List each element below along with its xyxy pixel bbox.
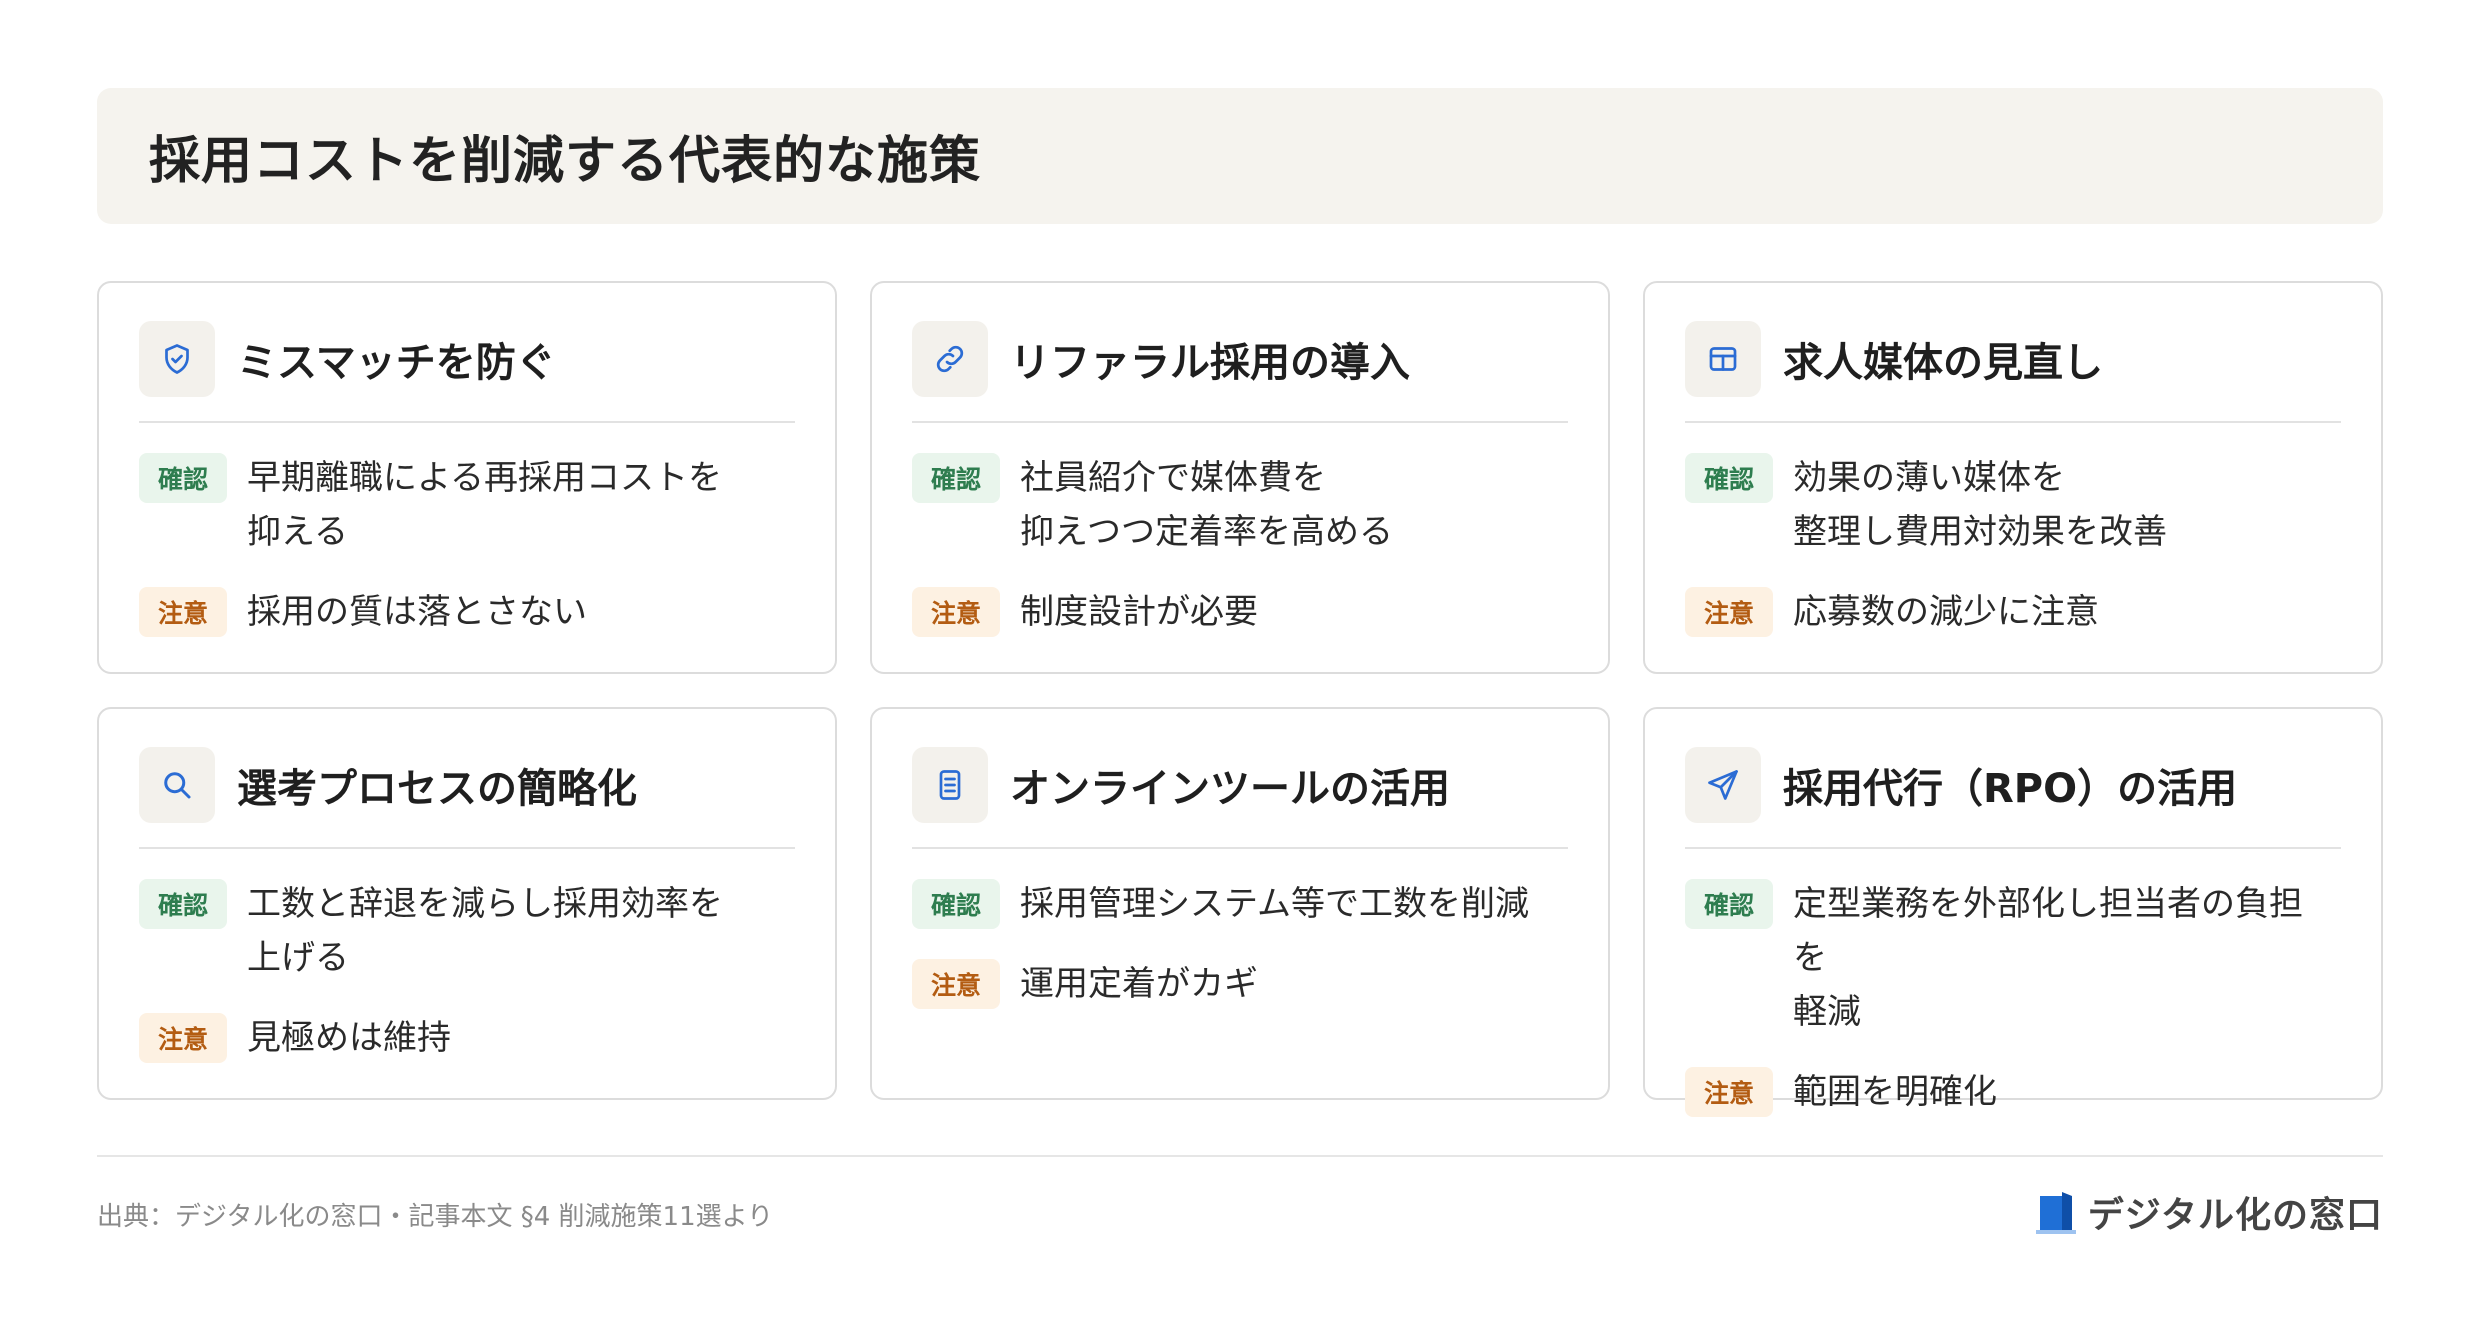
check-row: 確認 工数と辞退を減らし採用効率を 上げる [139, 877, 795, 985]
card-online-tools: オンラインツールの活用 確認 採用管理システム等で工数を削減 注意 運用定着がカ… [870, 707, 1610, 1100]
check-row: 確認 定型業務を外部化し担当者の負担を 軽減 [1685, 877, 2341, 1039]
warn-text: 範囲を明確化 [1793, 1072, 1997, 1112]
warn-row: 注意 見極めは維持 [139, 1011, 795, 1065]
check-row: 確認 早期離職による再採用コストを 抑える [139, 451, 795, 559]
warn-text: 採用の質は落とさない [247, 592, 587, 632]
divider [139, 421, 795, 423]
document-icon [912, 747, 988, 823]
card-job-media: 求人媒体の見直し 確認 効果の薄い媒体を 整理し費用対効果を改善 注意 応募数の… [1643, 281, 2383, 674]
card-title: 採用代行（RPO）の活用 [1783, 766, 2238, 812]
warn-row: 注意 応募数の減少に注意 [1685, 585, 2341, 639]
warn-badge: 注意 [139, 587, 227, 637]
source-note: 出典：デジタル化の窓口・記事本文 §4 削減施策11選より [97, 1202, 774, 1232]
warn-text: 運用定着がカギ [1020, 964, 1258, 1004]
warn-text: 制度設計が必要 [1020, 592, 1258, 632]
warn-text: 応募数の減少に注意 [1793, 592, 2099, 632]
warn-text: 見極めは維持 [247, 1018, 451, 1058]
title-banner: 採用コストを削減する代表的な施策 [97, 88, 2383, 224]
check-badge: 確認 [1685, 453, 1773, 503]
check-badge: 確認 [1685, 879, 1773, 929]
check-text: 効果の薄い媒体を 整理し費用対効果を改善 [1793, 458, 2167, 552]
check-text: 工数と辞退を減らし採用効率を 上げる [247, 884, 723, 978]
check-text: 採用管理システム等で工数を削減 [1020, 884, 1529, 924]
card-selection-process: 選考プロセスの簡略化 確認 工数と辞退を減らし採用効率を 上げる 注意 見極めは… [97, 707, 837, 1100]
card-title: 求人媒体の見直し [1783, 340, 2103, 386]
footer-divider [97, 1155, 2383, 1157]
check-row: 確認 効果の薄い媒体を 整理し費用対効果を改善 [1685, 451, 2341, 559]
card-header: リファラル採用の導入 [912, 321, 1568, 397]
link-icon [912, 321, 988, 397]
warn-row: 注意 採用の質は落とさない [139, 585, 795, 639]
logo-text: デジタル化の窓口 [2087, 1195, 2383, 1236]
check-text: 定型業務を外部化し担当者の負担を 軽減 [1793, 884, 2303, 1032]
warn-badge: 注意 [912, 959, 1000, 1009]
card-title: オンラインツールの活用 [1010, 766, 1450, 812]
divider [1685, 847, 2341, 849]
check-badge: 確認 [912, 453, 1000, 503]
warn-row: 注意 運用定着がカギ [912, 957, 1568, 1011]
card-header: オンラインツールの活用 [912, 747, 1568, 823]
check-text: 社員紹介で媒体費を 抑えつつ定着率を高める [1020, 458, 1393, 552]
divider [912, 847, 1568, 849]
warn-badge: 注意 [912, 587, 1000, 637]
layout-grid-icon [1685, 321, 1761, 397]
card-header: 求人媒体の見直し [1685, 321, 2341, 397]
divider [1685, 421, 2341, 423]
card-header: 採用代行（RPO）の活用 [1685, 747, 2341, 823]
card-mismatch: ミスマッチを防ぐ 確認 早期離職による再採用コストを 抑える 注意 採用の質は落… [97, 281, 837, 674]
card-title: 選考プロセスの簡略化 [237, 766, 637, 812]
page-title: 採用コストを削減する代表的な施策 [149, 132, 982, 191]
card-title: リファラル採用の導入 [1010, 340, 1410, 386]
check-row: 確認 採用管理システム等で工数を削減 [912, 877, 1568, 931]
check-text: 早期離職による再採用コストを 抑える [247, 458, 722, 552]
card-header: ミスマッチを防ぐ [139, 321, 795, 397]
warn-row: 注意 制度設計が必要 [912, 585, 1568, 639]
warn-badge: 注意 [139, 1013, 227, 1063]
search-icon [139, 747, 215, 823]
warn-row: 注意 範囲を明確化 [1685, 1065, 2341, 1119]
brand-logo: デジタル化の窓口 [2035, 1186, 2383, 1238]
check-row: 確認 社員紹介で媒体費を 抑えつつ定着率を高める [912, 451, 1568, 559]
warn-badge: 注意 [1685, 1067, 1773, 1117]
check-badge: 確認 [139, 453, 227, 503]
measures-grid: ミスマッチを防ぐ 確認 早期離職による再採用コストを 抑える 注意 採用の質は落… [97, 281, 2383, 1117]
check-badge: 確認 [912, 879, 1000, 929]
shield-check-icon [139, 321, 215, 397]
check-badge: 確認 [139, 879, 227, 929]
divider [912, 421, 1568, 423]
divider [139, 847, 795, 849]
window-logo-icon [2035, 1192, 2076, 1234]
send-icon [1685, 747, 1761, 823]
warn-badge: 注意 [1685, 587, 1773, 637]
card-title: ミスマッチを防ぐ [237, 340, 556, 386]
card-header: 選考プロセスの簡略化 [139, 747, 795, 823]
card-rpo: 採用代行（RPO）の活用 確認 定型業務を外部化し担当者の負担を 軽減 注意 範… [1643, 707, 2383, 1117]
card-referral: リファラル採用の導入 確認 社員紹介で媒体費を 抑えつつ定着率を高める 注意 制… [870, 281, 1610, 674]
